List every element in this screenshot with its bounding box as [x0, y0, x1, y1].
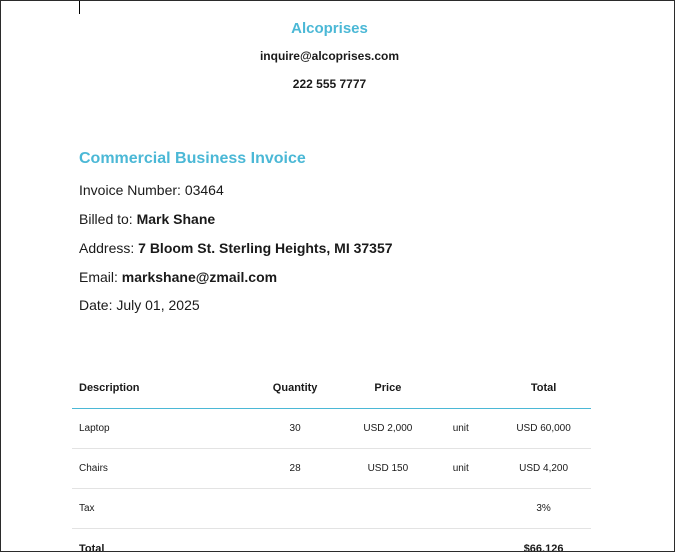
email-value: markshane@zmail.com	[121, 269, 278, 285]
total-empty-qty	[240, 529, 351, 552]
total-label: Total	[79, 542, 105, 552]
address-label: Address:	[79, 240, 139, 256]
company-email: inquire@alcoprises.com	[259, 49, 400, 63]
cell-description: Chairs	[72, 448, 240, 489]
cell-quantity: 30	[239, 408, 351, 449]
cell-unit	[425, 488, 497, 529]
cell-unit: unit	[425, 448, 497, 489]
billed-to-value: Mark Shane	[136, 211, 216, 227]
text-cursor	[79, 1, 80, 14]
cell-unit: unit	[425, 408, 497, 449]
invoice-number-value: 03464	[184, 182, 224, 198]
header-total: Total	[496, 368, 591, 409]
company-name: Alcoprises	[291, 20, 368, 37]
cell-total: USD 60,000	[496, 408, 591, 449]
email-line: Email: markshane@zmail.com	[79, 269, 277, 285]
cell-total: USD 4,200	[496, 448, 591, 489]
total-empty-unit	[425, 529, 496, 552]
header-quantity: Quantity	[239, 368, 351, 409]
cell-total: 3%	[496, 488, 591, 529]
total-row: Total $66,126	[72, 529, 591, 552]
header-description: Description	[72, 368, 240, 409]
cell-description: Tax	[72, 488, 240, 529]
billed-to-line: Billed to: Mark Shane	[79, 211, 215, 227]
invoice-title: Commercial Business Invoice	[79, 150, 306, 167]
table-row: Tax 3%	[72, 488, 591, 529]
invoice-items-table: Description Quantity Price Total Laptop …	[72, 368, 591, 552]
billed-to-label: Billed to:	[79, 211, 137, 227]
date-label: Date:	[79, 297, 117, 313]
cell-price	[350, 488, 426, 529]
document-page[interactable]: Alcoprises inquire@alcoprises.com 222 55…	[0, 0, 675, 552]
date-line: Date: July 01, 2025	[79, 297, 200, 313]
date-value: July 01, 2025	[116, 297, 200, 313]
cell-quantity	[239, 488, 351, 529]
cell-quantity: 28	[239, 448, 351, 489]
company-phone: 222 555 7777	[292, 77, 367, 91]
table-header-row: Description Quantity Price Total	[72, 368, 591, 409]
cell-price: USD 150	[350, 448, 426, 489]
total-value: $66,126	[523, 542, 564, 552]
address-line: Address: 7 Bloom St. Sterling Heights, M…	[79, 240, 393, 256]
header-price: Price	[350, 368, 426, 409]
table-row: Chairs 28 USD 150 unit USD 4,200	[72, 448, 591, 489]
address-value: 7 Bloom St. Sterling Heights, MI 37357	[138, 240, 393, 256]
invoice-number-label: Invoice Number:	[79, 182, 185, 198]
cell-price: USD 2,000	[350, 408, 426, 449]
table-row: Laptop 30 USD 2,000 unit USD 60,000	[72, 408, 591, 449]
email-label: Email:	[79, 269, 122, 285]
invoice-number-line: Invoice Number: 03464	[79, 182, 224, 198]
cell-description: Laptop	[72, 408, 240, 449]
header-unit	[425, 368, 497, 409]
total-empty-price	[350, 529, 425, 552]
